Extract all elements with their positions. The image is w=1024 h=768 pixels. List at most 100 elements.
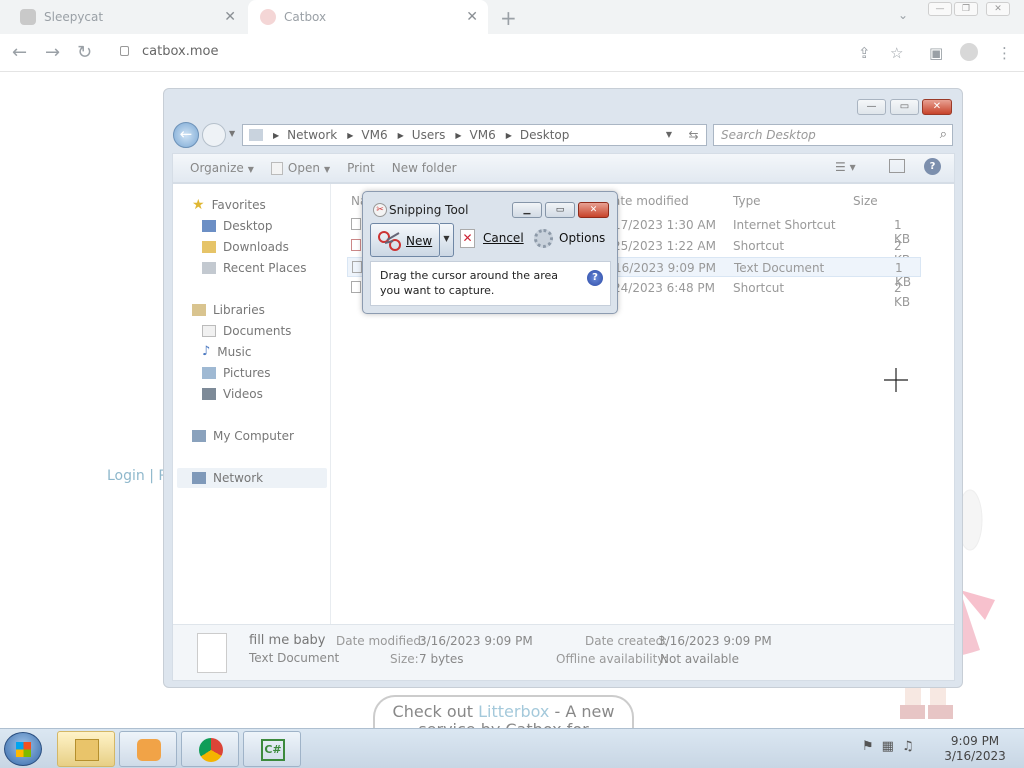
- close-tab-icon[interactable]: ✕: [466, 9, 478, 25]
- new-snip-mode-dropdown[interactable]: ▼: [440, 223, 454, 257]
- nav-network[interactable]: Network: [177, 468, 327, 488]
- url-field[interactable]: catbox.moe: [142, 44, 218, 59]
- network-tray-icon[interactable]: ▦: [882, 739, 902, 754]
- taskbar-explorer[interactable]: [57, 731, 115, 767]
- explorer-address-bar[interactable]: ▶ Network ▶ VM6 ▶ Users ▶ VM6 ▶ Desktop …: [242, 124, 707, 146]
- file-type: Text Document: [734, 261, 825, 275]
- organize-button[interactable]: Organize ▼: [190, 161, 254, 175]
- details-offline-label: Offline availability:: [556, 652, 668, 666]
- back-arrow-icon[interactable]: ←: [12, 42, 27, 63]
- options-button[interactable]: Options: [534, 229, 605, 248]
- print-button[interactable]: Print: [347, 161, 375, 175]
- restore-button[interactable]: ❐: [954, 2, 978, 16]
- breadcrumb-network[interactable]: Network: [287, 128, 337, 142]
- clock-time: 9:09 PM: [950, 734, 1000, 748]
- cancel-label: Cancel: [483, 231, 524, 245]
- breadcrumb-desktop[interactable]: Desktop: [520, 128, 570, 142]
- file-date: 25/2023 1:22 AM: [613, 239, 716, 253]
- flag-notification-icon[interactable]: ⚑: [862, 739, 882, 754]
- nav-music[interactable]: ♪ Music: [202, 342, 251, 362]
- reload-icon[interactable]: ↻: [77, 42, 92, 63]
- breadcrumb-separator: ▶: [397, 130, 404, 140]
- taskbar-csharp[interactable]: C#: [243, 731, 301, 767]
- new-folder-button[interactable]: New folder: [392, 161, 457, 175]
- tab-search-icon[interactable]: ⌄: [898, 8, 908, 22]
- details-file-kind: Text Document: [249, 651, 340, 665]
- snip-close-button[interactable]: ✕: [578, 202, 609, 218]
- downloads-folder-icon: [202, 241, 216, 253]
- nav-pictures[interactable]: Pictures: [202, 363, 271, 383]
- explorer-minimize-button[interactable]: —: [857, 99, 886, 115]
- lock-icon: [120, 46, 129, 56]
- column-header-type[interactable]: Type: [733, 194, 761, 208]
- breadcrumb-separator: ▶: [505, 130, 512, 140]
- start-button[interactable]: [4, 732, 42, 766]
- explorer-close-button[interactable]: ✕: [922, 99, 952, 115]
- nav-my-computer[interactable]: My Computer: [192, 426, 294, 446]
- search-input[interactable]: Search Desktop ⌕: [713, 124, 953, 146]
- snip-maximize-button[interactable]: ▭: [545, 202, 575, 218]
- music-icon: ♪: [202, 344, 211, 359]
- tab-catbox[interactable]: Catbox ✕: [248, 0, 488, 34]
- shortcut-file-icon: [351, 218, 361, 230]
- star-icon[interactable]: ☆: [890, 44, 903, 62]
- minimize-button[interactable]: —: [928, 2, 952, 16]
- open-button[interactable]: Open ▼: [270, 161, 330, 175]
- help-icon[interactable]: ?: [587, 270, 603, 286]
- breadcrumb-vm6[interactable]: VM6: [361, 128, 387, 142]
- sleepycat-favicon-icon: [20, 9, 36, 25]
- network-icon: [192, 472, 206, 484]
- refresh-button[interactable]: ⇆: [681, 124, 707, 146]
- close-window-button[interactable]: ✕: [986, 2, 1010, 16]
- nav-desktop[interactable]: Desktop: [202, 216, 273, 236]
- column-header-size[interactable]: Size: [853, 194, 878, 208]
- libraries-icon: [192, 304, 206, 316]
- sidepanel-icon[interactable]: ▣: [929, 44, 943, 62]
- cancel-button[interactable]: ✕ Cancel: [460, 229, 524, 248]
- column-header-date[interactable]: ate modified: [613, 194, 689, 208]
- forward-arrow-icon[interactable]: →: [45, 42, 60, 63]
- explorer-forward-button[interactable]: [202, 123, 226, 147]
- help-icon[interactable]: ?: [924, 158, 941, 175]
- snipping-toolbar: New ▼ ✕ Cancel Options: [370, 223, 611, 257]
- taskbar-media-player[interactable]: [119, 731, 177, 767]
- desktop-icon: [202, 220, 216, 232]
- breadcrumb-separator: ▶: [273, 130, 280, 140]
- system-tray[interactable]: ⚑▦♫: [862, 739, 922, 754]
- nav-videos[interactable]: Videos: [202, 384, 263, 404]
- view-options-icon[interactable]: ☰ ▾: [835, 160, 856, 174]
- litterbox-link[interactable]: Litterbox: [478, 702, 549, 721]
- options-label: Options: [559, 231, 606, 245]
- menu-icon[interactable]: ⋮: [997, 44, 1012, 62]
- address-dropdown-icon[interactable]: ▼: [666, 130, 672, 139]
- csharp-icon: C#: [261, 739, 285, 761]
- explorer-back-button[interactable]: ←: [173, 122, 199, 148]
- nav-favorites[interactable]: ★ Favorites: [192, 195, 266, 215]
- close-tab-icon[interactable]: ✕: [224, 9, 236, 25]
- login-link[interactable]: Login | R: [107, 468, 168, 484]
- breadcrumb-vm6-user[interactable]: VM6: [470, 128, 496, 142]
- new-snip-button[interactable]: New: [370, 223, 440, 257]
- recent-pages-dropdown[interactable]: ▼: [229, 129, 235, 138]
- snip-minimize-button[interactable]: ▁: [512, 202, 542, 218]
- taskbar-clock[interactable]: 9:09 PM 3/16/2023: [940, 734, 1010, 764]
- profile-icon[interactable]: [960, 43, 978, 61]
- tab-sleepycat[interactable]: Sleepycat ✕: [8, 0, 246, 34]
- details-size: 7 bytes: [419, 652, 464, 666]
- nav-label: Videos: [223, 387, 263, 401]
- volume-icon[interactable]: ♫: [902, 739, 922, 754]
- share-icon[interactable]: ⇪: [858, 44, 871, 62]
- nav-downloads[interactable]: Downloads: [202, 237, 289, 257]
- nav-libraries[interactable]: Libraries: [192, 300, 265, 320]
- nav-documents[interactable]: Documents: [202, 321, 291, 341]
- explorer-maximize-button[interactable]: ▭: [890, 99, 919, 115]
- snipping-tool-title: Snipping Tool: [389, 203, 469, 217]
- taskbar-chrome[interactable]: [181, 731, 239, 767]
- nav-recent-places[interactable]: Recent Places: [202, 258, 306, 278]
- file-date: 24/2023 6:48 PM: [613, 281, 716, 295]
- gear-icon: [534, 229, 553, 248]
- preview-pane-icon[interactable]: [889, 159, 905, 173]
- new-tab-button[interactable]: +: [500, 6, 517, 30]
- breadcrumb-separator: ▶: [455, 130, 462, 140]
- breadcrumb-users[interactable]: Users: [412, 128, 446, 142]
